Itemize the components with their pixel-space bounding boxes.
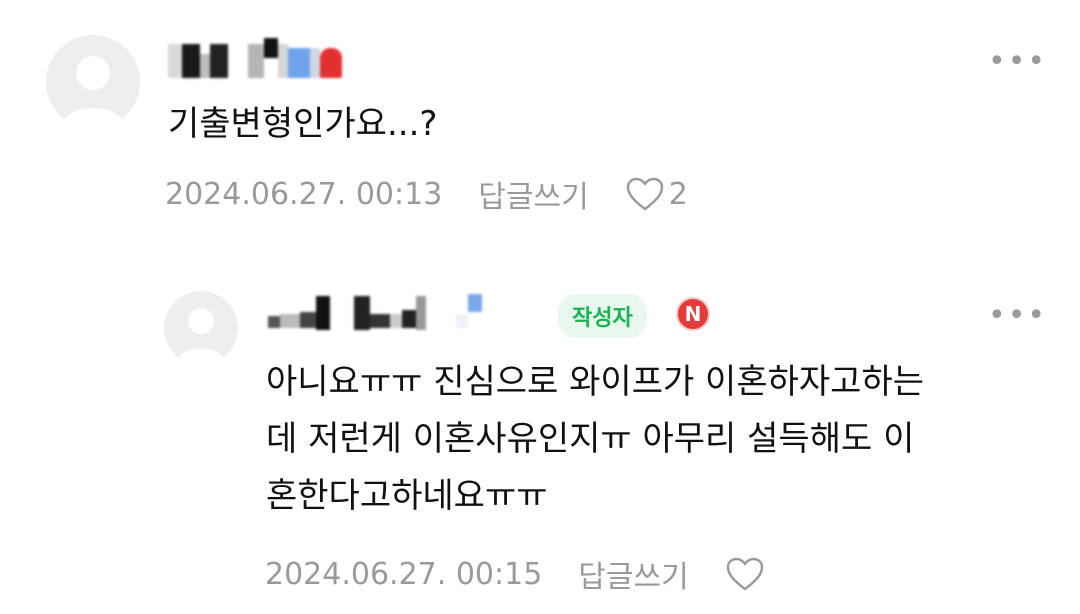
new-badge: N — [676, 297, 710, 331]
avatar[interactable] — [164, 291, 238, 365]
comment-text-line: 아니요ㅠㅠ 진심으로 와이프가 이혼하자고하는 — [266, 362, 925, 402]
timestamp: 2024.06.27. 00:13 — [165, 176, 443, 212]
more-options-button[interactable]: ••• — [988, 44, 1047, 79]
author-name-redacted[interactable] — [168, 38, 342, 78]
default-profile-icon — [46, 35, 140, 129]
reply-button[interactable]: 답글쓰기 — [578, 552, 688, 596]
default-profile-icon — [164, 291, 238, 365]
more-options-button[interactable]: ••• — [988, 298, 1047, 333]
comment-text-line: 혼한다고하네요ㅠㅠ — [266, 476, 548, 516]
heart-icon — [626, 177, 663, 211]
comment-text: 기출변형인가요...? — [168, 104, 438, 144]
like-button[interactable]: 2 — [625, 176, 688, 212]
comment-meta: 2024.06.27. 00:15 답글쓰기 — [265, 552, 765, 596]
like-count: 2 — [668, 176, 688, 212]
writer-badge: 작성자 — [558, 294, 647, 338]
avatar[interactable] — [46, 35, 140, 129]
timestamp: 2024.06.27. 00:15 — [265, 556, 543, 592]
comment-text: 아니요ㅠㅠ 진심으로 와이프가 이혼하자고하는 데 저런게 이혼사유인지ㅠ 아무… — [266, 354, 1056, 525]
reply-button[interactable]: 답글쓰기 — [478, 172, 588, 216]
comment-text-line: 데 저런게 이혼사유인지ㅠ 아무리 설득해도 이 — [266, 419, 915, 459]
comment-meta: 2024.06.27. 00:13 답글쓰기 2 — [165, 172, 688, 216]
author-name-redacted[interactable] — [268, 294, 482, 330]
like-button[interactable] — [725, 556, 765, 592]
heart-icon — [726, 557, 763, 591]
